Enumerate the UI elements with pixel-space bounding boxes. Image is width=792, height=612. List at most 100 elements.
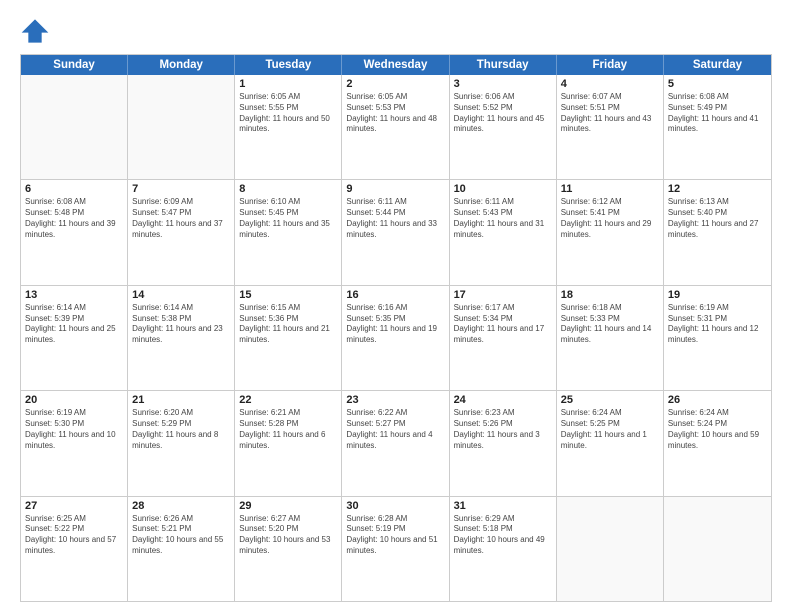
day-info: Sunrise: 6:13 AM Sunset: 5:40 PM Dayligh…: [668, 197, 767, 240]
calendar-body: 1Sunrise: 6:05 AM Sunset: 5:55 PM Daylig…: [21, 75, 771, 601]
day-number: 10: [454, 183, 552, 195]
day-number: 15: [239, 289, 337, 301]
calendar-day-9: 9 Sunrise: 6:11 AM Sunset: 5:44 PM Daylig…: [342, 180, 449, 284]
calendar-week-4: 20 Sunrise: 6:19 AM Sunset: 5:30 PM Dayli…: [21, 390, 771, 495]
day-info: Sunrise: 6:17 AM Sunset: 5:34 PM Dayligh…: [454, 303, 552, 346]
calendar-day-empty: [21, 75, 128, 179]
logo-icon: [20, 16, 50, 46]
day-number: 30: [346, 500, 444, 512]
day-info: Sunrise: 6:23 AM Sunset: 5:26 PM Dayligh…: [454, 408, 552, 451]
day-number: 26: [668, 394, 767, 406]
calendar-day-15: 15 Sunrise: 6:15 AM Sunset: 5:36 PM Dayli…: [235, 286, 342, 390]
day-info: Sunrise: 6:21 AM Sunset: 5:28 PM Dayligh…: [239, 408, 337, 451]
day-info: Sunrise: 6:20 AM Sunset: 5:29 PM Dayligh…: [132, 408, 230, 451]
day-number: 12: [668, 183, 767, 195]
day-of-week-friday: Friday: [557, 55, 664, 75]
day-info: Sunrise: 6:19 AM Sunset: 5:31 PM Dayligh…: [668, 303, 767, 346]
calendar-day-27: 27 Sunrise: 6:25 AM Sunset: 5:22 PM Dayli…: [21, 497, 128, 601]
day-info: Sunrise: 6:25 AM Sunset: 5:22 PM Dayligh…: [25, 514, 123, 557]
day-info: Sunrise: 6:24 AM Sunset: 5:24 PM Dayligh…: [668, 408, 767, 451]
day-number: 29: [239, 500, 337, 512]
day-info: Sunrise: 6:05 AM Sunset: 5:53 PM Dayligh…: [346, 92, 444, 135]
day-number: 22: [239, 394, 337, 406]
calendar-day-12: 12 Sunrise: 6:13 AM Sunset: 5:40 PM Dayli…: [664, 180, 771, 284]
day-of-week-tuesday: Tuesday: [235, 55, 342, 75]
calendar-day-8: 8 Sunrise: 6:10 AM Sunset: 5:45 PM Daylig…: [235, 180, 342, 284]
day-number: 4: [561, 78, 659, 90]
header: [20, 16, 772, 46]
day-number: 17: [454, 289, 552, 301]
page: SundayMondayTuesdayWednesdayThursdayFrid…: [0, 0, 792, 612]
logo: [20, 16, 52, 46]
calendar-day-empty: [128, 75, 235, 179]
day-info: Sunrise: 6:08 AM Sunset: 5:48 PM Dayligh…: [25, 197, 123, 240]
day-info: Sunrise: 6:06 AM Sunset: 5:52 PM Dayligh…: [454, 92, 552, 135]
calendar-day-11: 11Sunrise: 6:12 AM Sunset: 5:41 PM Dayli…: [557, 180, 664, 284]
day-number: 16: [346, 289, 444, 301]
day-number: 6: [25, 183, 123, 195]
calendar-day-2: 2Sunrise: 6:05 AM Sunset: 5:53 PM Daylig…: [342, 75, 449, 179]
calendar-day-21: 21 Sunrise: 6:20 AM Sunset: 5:29 PM Dayli…: [128, 391, 235, 495]
day-number: 9: [346, 183, 444, 195]
day-info: Sunrise: 6:11 AM Sunset: 5:43 PM Dayligh…: [454, 197, 552, 240]
day-number: 14: [132, 289, 230, 301]
day-info: Sunrise: 6:16 AM Sunset: 5:35 PM Dayligh…: [346, 303, 444, 346]
calendar-day-3: 3Sunrise: 6:06 AM Sunset: 5:52 PM Daylig…: [450, 75, 557, 179]
day-info: Sunrise: 6:11 AM Sunset: 5:44 PM Dayligh…: [346, 197, 444, 240]
calendar-day-30: 30 Sunrise: 6:28 AM Sunset: 5:19 PM Dayli…: [342, 497, 449, 601]
day-info: Sunrise: 6:15 AM Sunset: 5:36 PM Dayligh…: [239, 303, 337, 346]
day-number: 24: [454, 394, 552, 406]
day-number: 13: [25, 289, 123, 301]
calendar-day-24: 24 Sunrise: 6:23 AM Sunset: 5:26 PM Dayli…: [450, 391, 557, 495]
day-info: Sunrise: 6:22 AM Sunset: 5:27 PM Dayligh…: [346, 408, 444, 451]
day-of-week-sunday: Sunday: [21, 55, 128, 75]
day-number: 23: [346, 394, 444, 406]
calendar-day-18: 18Sunrise: 6:18 AM Sunset: 5:33 PM Dayli…: [557, 286, 664, 390]
day-number: 21: [132, 394, 230, 406]
day-number: 11: [561, 183, 659, 195]
calendar-day-19: 19 Sunrise: 6:19 AM Sunset: 5:31 PM Dayli…: [664, 286, 771, 390]
day-number: 8: [239, 183, 337, 195]
calendar-week-2: 6 Sunrise: 6:08 AM Sunset: 5:48 PM Daylig…: [21, 179, 771, 284]
day-number: 7: [132, 183, 230, 195]
day-info: Sunrise: 6:14 AM Sunset: 5:38 PM Dayligh…: [132, 303, 230, 346]
calendar-day-25: 25Sunrise: 6:24 AM Sunset: 5:25 PM Dayli…: [557, 391, 664, 495]
day-of-week-thursday: Thursday: [450, 55, 557, 75]
calendar-day-14: 14 Sunrise: 6:14 AM Sunset: 5:38 PM Dayli…: [128, 286, 235, 390]
calendar-day-17: 17 Sunrise: 6:17 AM Sunset: 5:34 PM Dayli…: [450, 286, 557, 390]
day-number: 27: [25, 500, 123, 512]
calendar-day-20: 20 Sunrise: 6:19 AM Sunset: 5:30 PM Dayli…: [21, 391, 128, 495]
day-number: 31: [454, 500, 552, 512]
calendar-day-10: 10 Sunrise: 6:11 AM Sunset: 5:43 PM Dayli…: [450, 180, 557, 284]
calendar-day-empty: [557, 497, 664, 601]
calendar-day-6: 6 Sunrise: 6:08 AM Sunset: 5:48 PM Daylig…: [21, 180, 128, 284]
calendar-header: SundayMondayTuesdayWednesdayThursdayFrid…: [21, 55, 771, 75]
day-info: Sunrise: 6:28 AM Sunset: 5:19 PM Dayligh…: [346, 514, 444, 557]
calendar-day-26: 26 Sunrise: 6:24 AM Sunset: 5:24 PM Dayli…: [664, 391, 771, 495]
day-of-week-saturday: Saturday: [664, 55, 771, 75]
calendar-week-3: 13 Sunrise: 6:14 AM Sunset: 5:39 PM Dayli…: [21, 285, 771, 390]
day-number: 19: [668, 289, 767, 301]
calendar-day-7: 7Sunrise: 6:09 AM Sunset: 5:47 PM Daylig…: [128, 180, 235, 284]
day-info: Sunrise: 6:27 AM Sunset: 5:20 PM Dayligh…: [239, 514, 337, 557]
calendar-day-23: 23 Sunrise: 6:22 AM Sunset: 5:27 PM Dayli…: [342, 391, 449, 495]
day-info: Sunrise: 6:07 AM Sunset: 5:51 PM Dayligh…: [561, 92, 659, 135]
day-of-week-monday: Monday: [128, 55, 235, 75]
day-info: Sunrise: 6:08 AM Sunset: 5:49 PM Dayligh…: [668, 92, 767, 135]
calendar-week-1: 1Sunrise: 6:05 AM Sunset: 5:55 PM Daylig…: [21, 75, 771, 179]
calendar-day-28: 28Sunrise: 6:26 AM Sunset: 5:21 PM Dayli…: [128, 497, 235, 601]
calendar: SundayMondayTuesdayWednesdayThursdayFrid…: [20, 54, 772, 602]
day-of-week-wednesday: Wednesday: [342, 55, 449, 75]
day-info: Sunrise: 6:29 AM Sunset: 5:18 PM Dayligh…: [454, 514, 552, 557]
day-number: 20: [25, 394, 123, 406]
calendar-day-1: 1Sunrise: 6:05 AM Sunset: 5:55 PM Daylig…: [235, 75, 342, 179]
day-info: Sunrise: 6:10 AM Sunset: 5:45 PM Dayligh…: [239, 197, 337, 240]
day-info: Sunrise: 6:14 AM Sunset: 5:39 PM Dayligh…: [25, 303, 123, 346]
calendar-day-16: 16 Sunrise: 6:16 AM Sunset: 5:35 PM Dayli…: [342, 286, 449, 390]
calendar-day-13: 13 Sunrise: 6:14 AM Sunset: 5:39 PM Dayli…: [21, 286, 128, 390]
day-info: Sunrise: 6:19 AM Sunset: 5:30 PM Dayligh…: [25, 408, 123, 451]
day-number: 28: [132, 500, 230, 512]
day-info: Sunrise: 6:05 AM Sunset: 5:55 PM Dayligh…: [239, 92, 337, 135]
calendar-day-empty: [664, 497, 771, 601]
calendar-day-4: 4 Sunrise: 6:07 AM Sunset: 5:51 PM Daylig…: [557, 75, 664, 179]
